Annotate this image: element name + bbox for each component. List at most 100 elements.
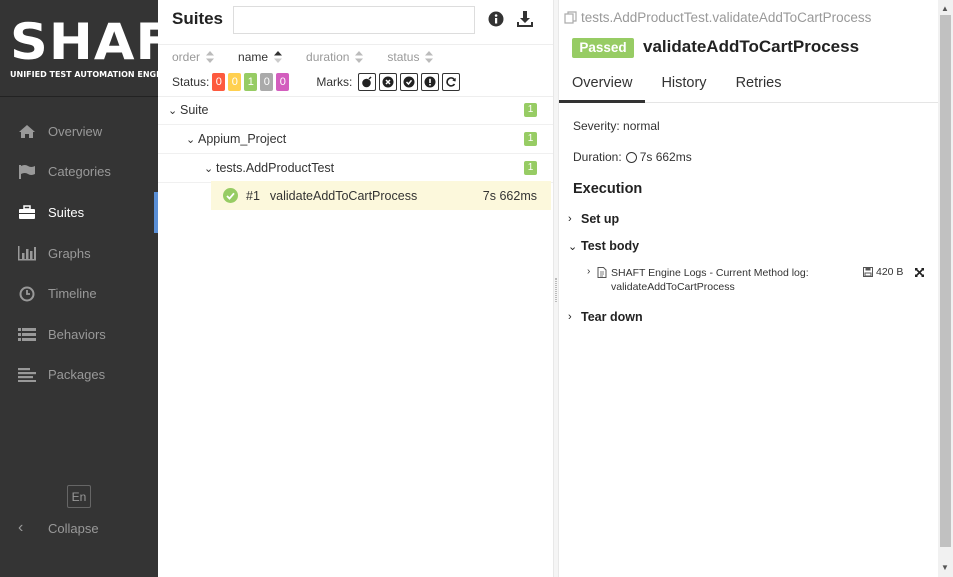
logo-divider (0, 96, 158, 97)
chevron-right-icon: › (568, 213, 572, 225)
testcase-name: validateAddToCartProcess (269, 188, 418, 203)
section-tear-down[interactable]: › Tear down (568, 310, 643, 324)
mark-flaky-toggle[interactable] (358, 73, 377, 91)
expand-icon[interactable] (914, 267, 925, 278)
sidebar-item-timeline[interactable]: Timeline (0, 273, 158, 314)
times-circle-icon (382, 76, 394, 88)
chevron-left-icon: ‹ (18, 519, 24, 536)
sidebar-item-overview[interactable]: Overview (0, 111, 158, 152)
mark-new-failed-toggle[interactable] (379, 73, 398, 91)
mark-new-broken-toggle[interactable] (421, 73, 440, 91)
shaft-logo[interactable]: SHAFT UNIFIED TEST AUTOMATION ENGINE (10, 14, 208, 86)
sort-label: duration (306, 50, 350, 64)
sidebar-item-categories[interactable]: Categories (0, 152, 158, 193)
collapse-button[interactable]: ‹ Collapse (18, 519, 99, 537)
section-label: Tear down (581, 310, 643, 324)
chevron-down-icon: ⌄ (186, 133, 196, 146)
sidebar: SHAFT UNIFIED TEST AUTOMATION ENGINE Ove… (0, 0, 208, 577)
scroll-up-icon[interactable]: ▲ (941, 4, 949, 13)
chevron-right-icon: › (568, 311, 572, 323)
download-icon[interactable] (516, 10, 534, 28)
scrollbar-thumb[interactable] (940, 15, 951, 547)
tree-group-project[interactable]: ⌄ Appium_Project 1 (158, 125, 553, 154)
copy-icon (564, 11, 577, 24)
info-icon[interactable] (488, 11, 504, 27)
sort-status[interactable]: status (387, 50, 434, 64)
section-test-body[interactable]: ⌄ Test body (568, 239, 639, 253)
sort-duration[interactable]: duration (306, 50, 364, 64)
status-label: Status: (172, 75, 210, 89)
mark-new-passed-toggle[interactable] (400, 73, 419, 91)
testcase-number: #1 (246, 188, 260, 203)
chevron-down-icon: ⌄ (168, 104, 178, 117)
sort-order[interactable]: order (172, 50, 215, 64)
collapse-label: Collapse (48, 520, 99, 536)
sidebar-item-label: Overview (48, 123, 103, 139)
sidebar-nav: Overview Categories Suites Graphs Timeli… (0, 111, 158, 395)
status-unknown-toggle[interactable]: 0 (276, 73, 290, 91)
scroll-down-icon[interactable]: ▼ (941, 563, 949, 572)
flag-icon (17, 163, 37, 181)
sort-label: status (387, 50, 420, 64)
drag-handle-icon (555, 278, 557, 302)
sidebar-item-graphs[interactable]: Graphs (0, 233, 158, 274)
sort-name[interactable]: name (238, 50, 283, 64)
file-text-icon (597, 267, 607, 278)
sidebar-item-label: Behaviors (48, 326, 106, 342)
status-passed-toggle[interactable]: 1 (244, 73, 258, 91)
tree-label: Suite (180, 103, 209, 117)
tab-history[interactable]: History (648, 66, 719, 102)
breadcrumb[interactable]: tests.AddProductTest.validateAddToCartPr… (564, 10, 871, 25)
marks-label: Marks: (316, 75, 353, 89)
status-filter-row: Status: 0 0 1 0 0 Marks: (172, 73, 461, 91)
mark-retries-toggle[interactable] (442, 73, 461, 91)
attachment-name: SHAFT Engine Logs - Current Method log: … (611, 267, 809, 293)
sidebar-item-behaviors[interactable]: Behaviors (0, 314, 158, 355)
status-skipped-toggle[interactable]: 0 (260, 73, 274, 91)
status-broken-toggle[interactable]: 0 (228, 73, 242, 91)
sidebar-item-packages[interactable]: Packages (0, 355, 158, 396)
status-badge: Passed (572, 38, 634, 58)
logo-text: SHAFT (10, 13, 210, 71)
duration-line: Duration: 7s 662ms (573, 150, 692, 164)
briefcase-icon (17, 203, 37, 221)
align-left-icon (17, 366, 37, 384)
sidebar-item-label: Suites (48, 204, 85, 220)
clock-icon (625, 151, 637, 163)
severity-text: Severity: normal (573, 119, 660, 133)
tree-label: Appium_Project (198, 132, 287, 146)
pane-title: Suites (172, 9, 224, 28)
duration-label: Duration: (573, 150, 622, 164)
logo-subtitle: UNIFIED TEST AUTOMATION ENGINE (10, 70, 172, 79)
attachment-size: 420 B (863, 266, 903, 278)
attachment-row[interactable]: › SHAFT Engine Logs - Current Method log… (587, 266, 927, 294)
check-circle-icon (403, 76, 415, 88)
tab-overview[interactable]: Overview (559, 66, 646, 103)
testcase-row[interactable]: #1 validateAddToCartProcess 7s 662ms (211, 181, 551, 210)
vertical-scrollbar[interactable]: ▲ ▼ (938, 0, 953, 577)
duration-value: 7s 662ms (639, 150, 692, 164)
sidebar-item-label: Categories (48, 164, 111, 180)
tree-group-suite[interactable]: ⌄ Suite 1 (158, 96, 553, 125)
passed-check-icon (223, 188, 238, 203)
sidebar-item-label: Timeline (48, 286, 97, 302)
search-input[interactable] (233, 6, 475, 34)
bar-chart-icon (17, 244, 37, 262)
section-label: Set up (581, 212, 620, 226)
sort-arrows-icon (355, 51, 364, 63)
chevron-right-icon: › (587, 266, 591, 277)
execution-heading: Execution (573, 181, 643, 197)
detail-tabs: Overview History Retries (559, 66, 938, 103)
count-badge: 1 (524, 103, 537, 117)
count-badge: 1 (524, 132, 537, 146)
sort-arrows-icon (206, 51, 215, 63)
sidebar-item-suites[interactable]: Suites (0, 192, 158, 233)
tab-retries[interactable]: Retries (723, 66, 795, 102)
sort-row: order name duration status (172, 50, 457, 64)
status-failed-toggle[interactable]: 0 (212, 73, 226, 91)
tree-label: tests.AddProductTest (216, 161, 335, 175)
section-setup[interactable]: › Set up (568, 212, 619, 226)
language-button[interactable]: En (67, 485, 91, 508)
tree-group-class[interactable]: ⌄ tests.AddProductTest 1 (158, 154, 553, 183)
divider (158, 44, 553, 45)
